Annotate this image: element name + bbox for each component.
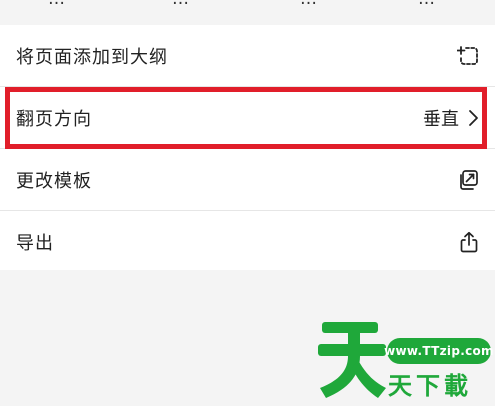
menu-item-label: 更改模板 — [16, 170, 92, 192]
watermark-logo — [318, 322, 386, 398]
watermark-text: 天下載 — [388, 372, 472, 400]
share-export-icon — [460, 231, 478, 252]
menu-item-label: 将页面添加到大纲 — [16, 46, 168, 68]
top-tab-strip: … … … … — [0, 0, 495, 22]
add-to-outline-icon — [457, 45, 478, 65]
options-menu: 将页面添加到大纲 翻页方向 垂直 更改模板 导出 — [0, 25, 495, 272]
tab-fragment[interactable]: … — [48, 0, 65, 8]
menu-item-change-template[interactable]: 更改模板 — [0, 149, 495, 211]
menu-item-page-direction[interactable]: 翻页方向 垂直 — [0, 87, 495, 149]
menu-item-label: 翻页方向 — [16, 108, 92, 130]
tab-fragment[interactable]: … — [172, 0, 189, 8]
tab-fragment[interactable]: … — [300, 0, 317, 8]
page-direction-value: 垂直 — [423, 108, 459, 130]
watermark-url-badge: www.TTzip.com — [384, 338, 494, 364]
tab-fragment[interactable]: … — [418, 0, 435, 8]
change-template-icon — [460, 169, 478, 190]
menu-item-label: 导出 — [16, 232, 54, 254]
menu-item-add-to-outline[interactable]: 将页面添加到大纲 — [0, 25, 495, 87]
menu-item-export[interactable]: 导出 — [0, 211, 495, 272]
chevron-right-icon — [469, 109, 478, 126]
